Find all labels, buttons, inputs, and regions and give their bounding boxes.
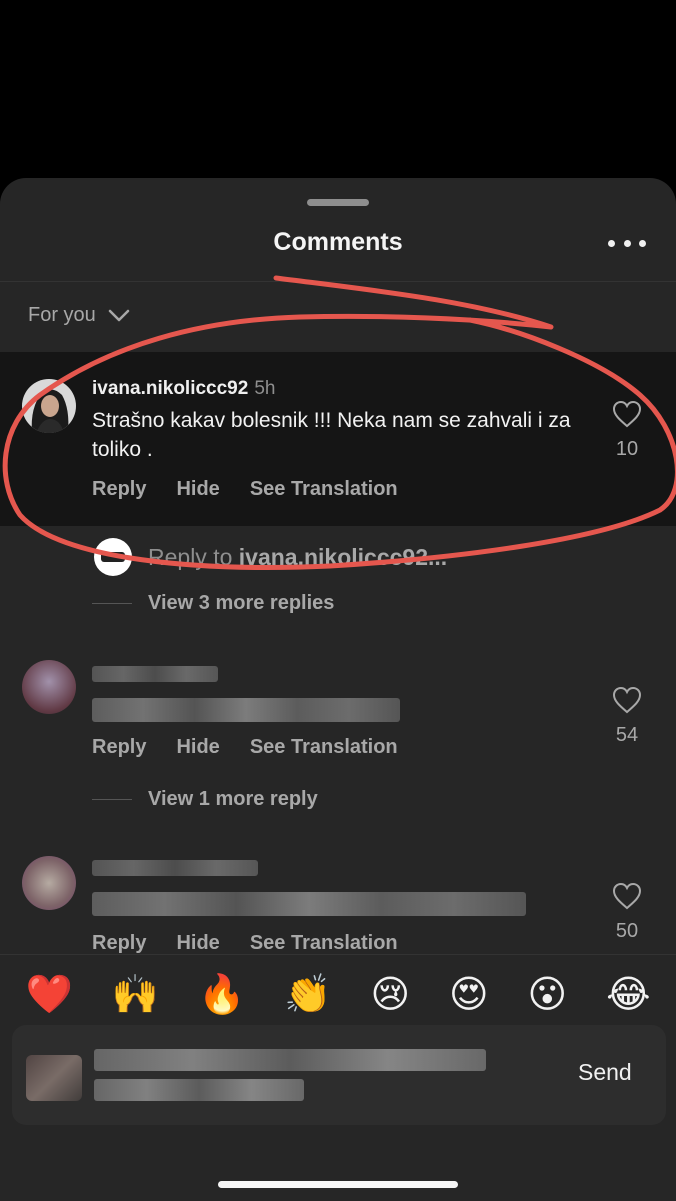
dot-icon: [639, 239, 646, 247]
view-more-replies[interactable]: View 3 more replies: [92, 592, 334, 615]
blurred-username: [92, 860, 258, 876]
heart-icon: [612, 686, 642, 714]
avatar[interactable]: [22, 660, 76, 714]
heart-emoji-button[interactable]: ❤️: [25, 975, 72, 1013]
reply-button[interactable]: Reply: [92, 478, 146, 501]
emoji-row: ❤️ 🙌 🔥 👏 😢 😍 😮 😂: [0, 975, 676, 1013]
heart-eyes-emoji-button[interactable]: 😍: [449, 975, 489, 1013]
comment-time: 5h: [254, 378, 276, 399]
reply-prompt-text: Reply to ivana.nikoliccc92...: [148, 543, 448, 570]
my-avatar: [94, 538, 132, 576]
see-translation-button[interactable]: See Translation: [250, 932, 398, 955]
comment-username[interactable]: ivana.nikoliccc92 5h: [92, 378, 275, 400]
send-button[interactable]: Send: [578, 1059, 632, 1086]
comment-input[interactable]: [94, 1045, 494, 1105]
hide-button[interactable]: Hide: [176, 932, 219, 955]
chevron-down-icon: [108, 309, 130, 321]
hide-button[interactable]: Hide: [176, 736, 219, 759]
crying-emoji-button[interactable]: 😢: [370, 975, 410, 1013]
see-translation-button[interactable]: See Translation: [250, 478, 398, 501]
comment-text: Strašno kakav bolesnik !!! Neka nam se z…: [92, 409, 571, 461]
like-count: 50: [615, 920, 639, 942]
heart-icon: [612, 400, 642, 428]
view-more-replies[interactable]: View 1 more reply: [92, 788, 318, 811]
like-button[interactable]: 10: [605, 400, 649, 461]
like-count: 10: [615, 438, 639, 460]
sheet-title: Comments: [273, 228, 403, 256]
like-button[interactable]: 54: [605, 686, 649, 747]
reply-button[interactable]: Reply: [92, 736, 146, 759]
hide-button[interactable]: Hide: [176, 478, 219, 501]
comment-actions: Reply Hide See Translation: [92, 736, 398, 759]
raising-hands-emoji-button[interactable]: 🙌: [112, 975, 159, 1013]
comments-sheet: Comments For you ivana.nikoliccc92 5h Str…: [0, 178, 676, 1201]
avatar[interactable]: [22, 856, 76, 910]
like-button[interactable]: 50: [605, 882, 649, 943]
sort-dropdown[interactable]: For you: [28, 304, 130, 327]
dot-icon: [623, 239, 631, 247]
blurred-username: [92, 666, 218, 682]
comment-item: ivana.nikoliccc92 5h Strašno kakav bolesn…: [0, 352, 676, 526]
more-options-button[interactable]: [608, 234, 646, 252]
sheet-grabber[interactable]: [307, 199, 369, 206]
dot-icon: [608, 239, 615, 247]
comment-item: Reply Hide See Translation 54: [0, 648, 676, 798]
reply-button[interactable]: Reply: [92, 932, 146, 955]
profile-photo: [22, 379, 76, 433]
view-more-label: View 3 more replies: [148, 592, 335, 614]
laughing-emoji-button[interactable]: 😂: [606, 975, 650, 1013]
comment-actions: Reply Hide See Translation: [92, 478, 398, 501]
fire-emoji-button[interactable]: 🔥: [198, 975, 245, 1013]
blurred-comment-text: [92, 892, 526, 916]
my-avatar: [26, 1055, 82, 1101]
like-count: 54: [615, 724, 639, 746]
reply-composer-prompt[interactable]: Reply to ivana.nikoliccc92...: [94, 538, 447, 576]
see-translation-button[interactable]: See Translation: [250, 736, 398, 759]
comment-composer[interactable]: Send: [12, 1025, 666, 1125]
quick-reactions-panel: ❤️ 🙌 🔥 👏 😢 😍 😮 😂 Send: [0, 954, 676, 1201]
surprised-emoji-button[interactable]: 😮: [528, 975, 568, 1013]
blurred-comment-text: [92, 698, 400, 722]
avatar[interactable]: [22, 379, 76, 433]
sort-label: For you: [28, 304, 96, 326]
heart-icon: [612, 882, 642, 910]
home-indicator[interactable]: [218, 1181, 458, 1188]
header-divider: [0, 281, 676, 282]
clapping-emoji-button[interactable]: 👏: [284, 975, 331, 1013]
comment-actions: Reply Hide See Translation: [92, 932, 398, 955]
view-more-label: View 1 more reply: [148, 788, 318, 810]
